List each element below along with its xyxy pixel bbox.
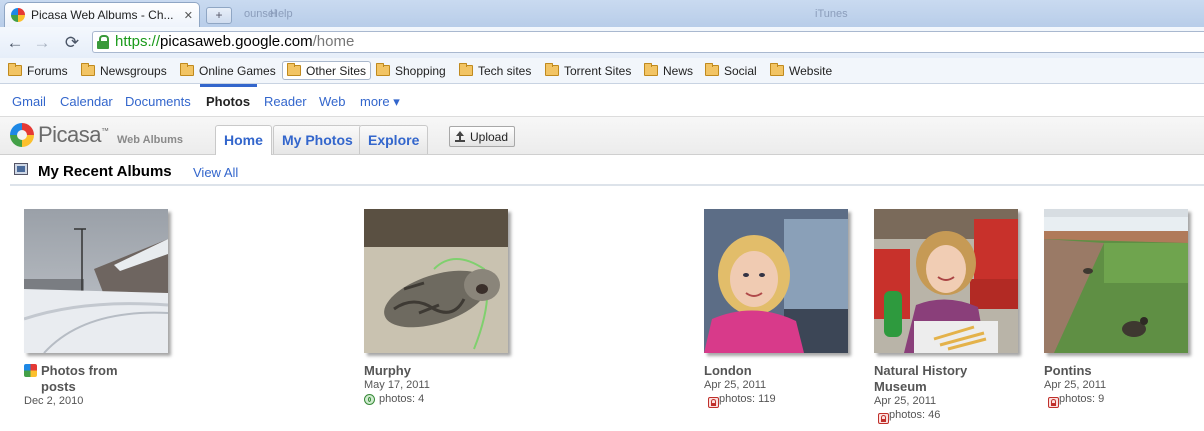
album-card: London Apr 25, 2011 photos: 119 (704, 209, 864, 408)
bookmark-folder-torrent-sites[interactable]: Torrent Sites (541, 61, 635, 80)
upload-icon (455, 131, 465, 142)
album-card: Murphy May 17, 2011 photos: 4 (364, 209, 524, 405)
folder-icon (545, 63, 559, 76)
bookmarks-bar: Forums Newsgroups Online Games Other Sit… (0, 58, 1204, 84)
google-bar: Gmail Calendar Documents Photos Reader W… (0, 84, 1204, 116)
upload-button[interactable]: Upload (449, 126, 516, 147)
section-divider (10, 184, 1204, 186)
picasa-logo-icon[interactable] (10, 123, 34, 147)
album-photo-count: photos: 46 (874, 409, 1034, 424)
album-title[interactable]: Pontins (1044, 363, 1174, 379)
tab-my-photos[interactable]: My Photos (273, 125, 362, 154)
reload-icon[interactable]: ⟳ (61, 32, 83, 54)
view-all-link[interactable]: View All (193, 165, 238, 180)
gbar-link-calendar[interactable]: Calendar (60, 94, 113, 109)
tab-home[interactable]: Home (215, 125, 272, 155)
folder-icon (705, 63, 719, 76)
album-card: Pontins Apr 25, 2011 photos: 9 (1044, 209, 1204, 408)
background-menu-text: iTunes (815, 8, 848, 20)
album-date: Apr 25, 2011 (874, 395, 937, 407)
folder-icon (180, 63, 194, 76)
bookmark-folder-shopping[interactable]: Shopping (372, 61, 450, 80)
forward-arrow-icon[interactable]: → (31, 32, 53, 54)
folder-icon (770, 63, 784, 76)
folder-icon (376, 63, 390, 76)
album-card: Natural History Museum Apr 25, 2011 phot… (874, 209, 1034, 424)
picasa-logo-text[interactable]: Picasa™ (38, 122, 109, 148)
albums-section-icon (14, 163, 28, 175)
section-title: My Recent Albums (38, 163, 172, 180)
album-thumbnail-cat[interactable] (364, 209, 508, 353)
bookmark-folder-social[interactable]: Social (701, 61, 761, 80)
album-photo-count: photos: 119 (704, 393, 864, 408)
secure-lock-icon (97, 35, 109, 49)
album-photo-count: photos: 9 (1044, 393, 1204, 408)
folder-icon (81, 63, 95, 76)
gbar-link-web[interactable]: Web (319, 94, 346, 109)
bookmark-folder-website[interactable]: Website (766, 61, 836, 80)
album-thumbnail-london[interactable] (704, 209, 848, 353)
bookmark-folder-other-sites[interactable]: Other Sites (282, 61, 372, 80)
album-thumbnail-museum[interactable] (874, 209, 1018, 353)
public-globe-icon (364, 393, 375, 405)
album-thumbnail-snowy-street[interactable] (24, 209, 168, 353)
album-title[interactable]: Photos from posts (24, 363, 154, 395)
album-card: Photos from posts Dec 2, 2010 (24, 209, 184, 407)
url-text[interactable]: https://picasaweb.google.com/home (115, 33, 354, 51)
folder-icon (287, 63, 301, 76)
address-bar[interactable]: https://picasaweb.google.com/home (92, 31, 1204, 53)
album-thumbnail-pontins[interactable] (1044, 209, 1188, 353)
bookmark-folder-tech-sites[interactable]: Tech sites (455, 61, 535, 80)
browser-tab-strip: Picasa Web Albums - Ch... ✕ + ounsel Hel… (0, 0, 1204, 27)
bookmark-folder-online-games[interactable]: Online Games (176, 61, 280, 80)
browser-tab[interactable]: Picasa Web Albums - Ch... ✕ (4, 2, 200, 27)
google-posts-icon (24, 364, 37, 377)
close-tab-icon[interactable]: ✕ (184, 9, 193, 22)
new-tab-button[interactable]: + (206, 7, 232, 24)
album-photo-count: photos: 4 (364, 393, 524, 405)
album-date: May 17, 2011 (364, 379, 430, 391)
album-date: Apr 25, 2011 (704, 379, 767, 391)
private-lock-icon (878, 412, 889, 424)
tab-explore[interactable]: Explore (359, 125, 429, 154)
folder-icon (8, 63, 22, 76)
album-date: Apr 25, 2011 (1044, 379, 1107, 391)
background-menu-text: Help (270, 8, 293, 20)
gbar-link-reader[interactable]: Reader (264, 94, 307, 109)
private-lock-icon (708, 396, 719, 408)
back-arrow-icon[interactable]: ← (4, 32, 26, 54)
browser-toolbar: ← → ⟳ https://picasaweb.google.com/home (0, 27, 1204, 59)
album-title[interactable]: Natural History Museum (874, 363, 1004, 395)
tab-title: Picasa Web Albums - Ch... (31, 8, 174, 22)
gbar-selected-indicator (200, 84, 257, 87)
album-date: Dec 2, 2010 (24, 395, 84, 407)
gbar-link-photos[interactable]: Photos (206, 94, 250, 109)
picasa-header: Picasa™ Web Albums Home My Photos Explor… (0, 116, 1204, 155)
picasa-favicon-icon (11, 8, 25, 22)
picasa-logo-subtitle: Web Albums (117, 134, 184, 146)
album-title[interactable]: Murphy (364, 363, 494, 379)
bookmark-folder-newsgroups[interactable]: Newsgroups (77, 61, 171, 80)
album-title[interactable]: London (704, 363, 834, 379)
bookmark-folder-forums[interactable]: Forums (4, 61, 72, 80)
gbar-more-menu[interactable]: more ▾ (360, 94, 400, 110)
gbar-link-documents[interactable]: Documents (125, 94, 191, 109)
folder-icon (644, 63, 658, 76)
bookmark-folder-news[interactable]: News (640, 61, 697, 80)
gbar-link-gmail[interactable]: Gmail (12, 94, 46, 109)
private-lock-icon (1048, 396, 1059, 408)
folder-icon (459, 63, 473, 76)
